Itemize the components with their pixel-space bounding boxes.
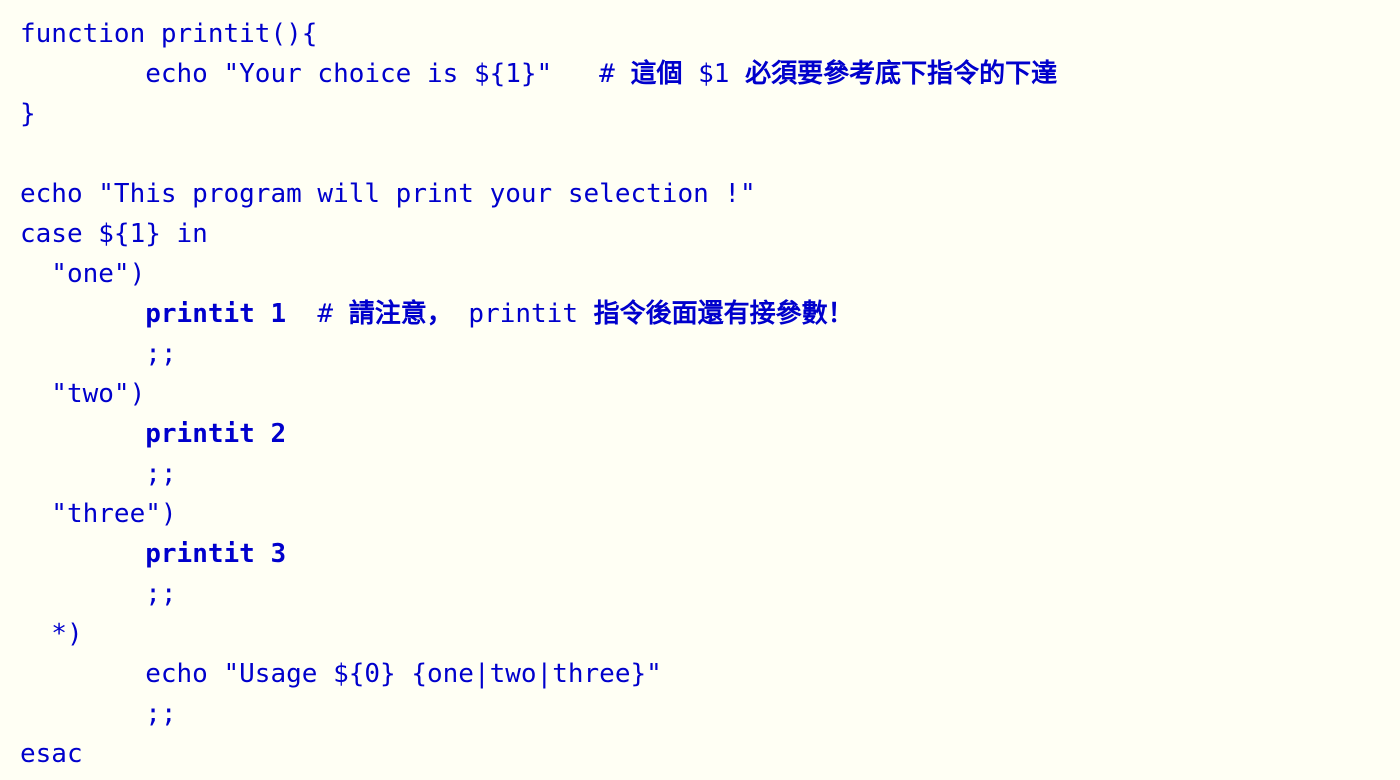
code-line-echo-intro: echo "This program will print your selec…	[20, 179, 756, 209]
code-line-echo-usage: echo "Usage ${0} {one|two|three}"	[20, 659, 662, 689]
code-line-break-4: ;;	[20, 699, 177, 729]
code-line-esac: esac	[20, 739, 83, 769]
code-call: printit 2	[145, 419, 287, 449]
shell-script-code-block: function printit(){ echo "Your choice is…	[20, 14, 1057, 774]
code-text: echo "Your choice is ${1}" #	[20, 59, 631, 89]
comment-text: $1	[682, 59, 746, 89]
code-line-function-close: }	[20, 99, 36, 129]
comment-text: 指令後面還有接參數！	[593, 299, 854, 329]
code-line-break-3: ;;	[20, 579, 177, 609]
code-line-printit-1: printit 1 # 請注意， printit 指令後面還有接參數！	[20, 294, 1057, 334]
comment-text: #	[286, 299, 349, 329]
code-line-function-def: function printit(){	[20, 19, 318, 49]
code-line-printit-3: printit 3	[20, 534, 1057, 574]
comment-text: printit	[452, 299, 594, 329]
comment-text: 這個	[630, 59, 683, 89]
code-line-case-three: "three")	[20, 499, 177, 529]
code-line-break-1: ;;	[20, 339, 177, 369]
code-line-case: case ${1} in	[20, 219, 208, 249]
code-line-case-one: "one")	[20, 259, 146, 289]
comment-text: 必須要參考底下指令的下達	[745, 59, 1058, 89]
code-line-case-default: *)	[20, 619, 83, 649]
comment-text: 請注意，	[348, 299, 453, 329]
code-call: printit 1	[145, 299, 287, 329]
code-line-break-2: ;;	[20, 459, 177, 489]
code-line-case-two: "two")	[20, 379, 146, 409]
code-call: printit 3	[145, 539, 287, 569]
code-line-printit-2: printit 2	[20, 414, 1057, 454]
code-line-echo-choice: echo "Your choice is ${1}" # 這個 $1 必須要參考…	[20, 54, 1057, 94]
